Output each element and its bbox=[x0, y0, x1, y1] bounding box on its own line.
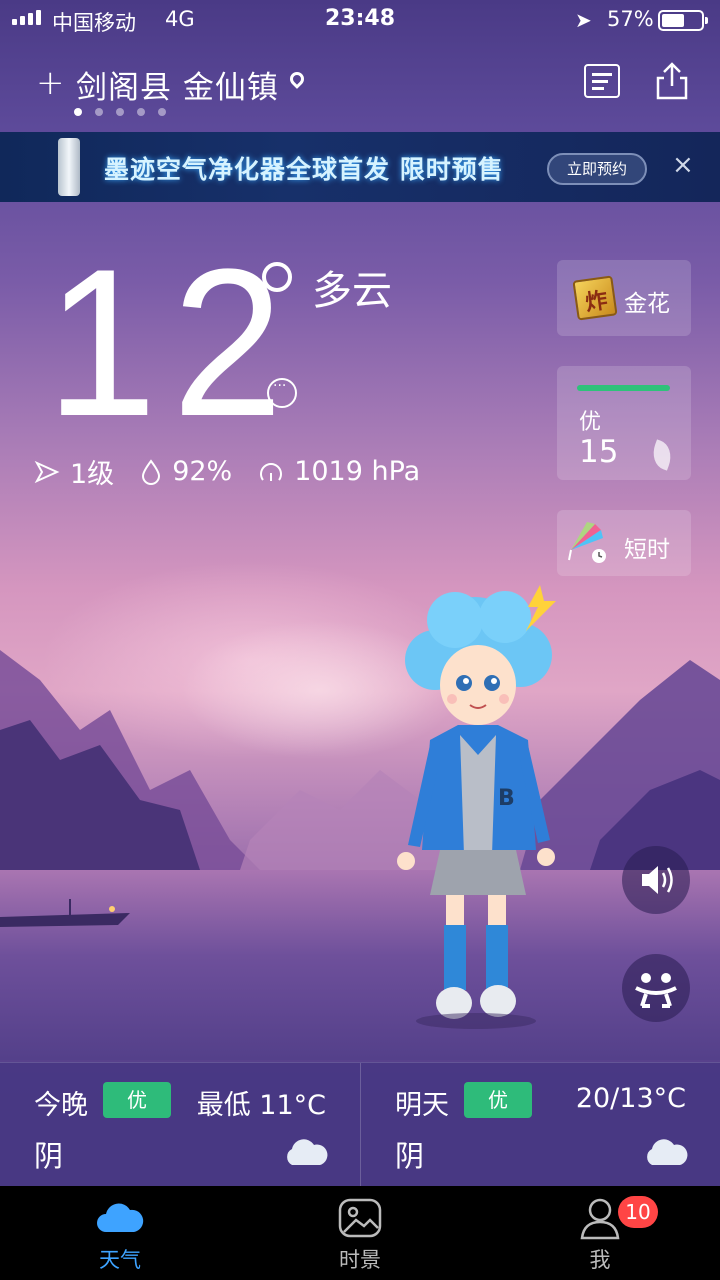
aqi-badge: 优 bbox=[464, 1082, 532, 1118]
air-purifier-image bbox=[58, 138, 80, 196]
pressure-gauge-icon bbox=[260, 462, 283, 481]
notification-badge: 10 bbox=[618, 1196, 658, 1228]
news-list-button[interactable] bbox=[584, 64, 620, 98]
aqi-value: 15 bbox=[579, 434, 619, 470]
current-temperature: 12 bbox=[46, 225, 299, 460]
ad-text: 墨迹空气净化器全球首发 限时预售 bbox=[104, 155, 504, 184]
pressure-info: 1019 hPa bbox=[258, 456, 420, 487]
weather-avatar-character[interactable]: B bbox=[380, 585, 580, 1030]
location-header: + 剑阁县 金仙镇 bbox=[0, 52, 720, 122]
wind-icon bbox=[34, 460, 60, 483]
wind-level: 1级 bbox=[70, 459, 115, 490]
battery-icon bbox=[658, 10, 708, 31]
humidity-icon bbox=[142, 458, 161, 485]
avatar-dress-button[interactable] bbox=[622, 954, 690, 1022]
forecast-weather: 阴 bbox=[395, 1139, 425, 1173]
luck-card[interactable]: 金花 bbox=[557, 260, 691, 336]
short-forecast-card[interactable]: 短时 bbox=[557, 510, 691, 576]
share-button[interactable] bbox=[654, 60, 690, 102]
forecast-tonight[interactable]: 今晚 优 最低 11°C 阴 bbox=[0, 1063, 360, 1187]
playing-cards-icon bbox=[572, 275, 618, 321]
dancing-figure-icon bbox=[635, 973, 677, 1008]
pressure-value: 1019 hPa bbox=[294, 456, 421, 487]
humidity-info: 92% bbox=[140, 456, 232, 487]
voice-broadcast-button[interactable] bbox=[622, 846, 690, 914]
page-dot bbox=[137, 108, 145, 116]
ad-banner[interactable]: 墨迹空气净化器全球首发 限时预售 立即预约 × bbox=[0, 132, 720, 202]
humidity-value: 92% bbox=[172, 456, 233, 487]
tab-label: 时景 bbox=[339, 1248, 381, 1272]
city-name[interactable]: 剑阁县 金仙镇 bbox=[76, 62, 279, 107]
forecast-panel: 今晚 优 最低 11°C 阴 明天 优 20/13°C 阴 bbox=[0, 1062, 720, 1187]
user-icon bbox=[580, 1198, 620, 1240]
add-city-button[interactable]: + bbox=[36, 66, 65, 100]
aqi-badge: 优 bbox=[103, 1082, 171, 1118]
short-forecast-label: 短时 bbox=[624, 537, 670, 563]
umbrella-clock-icon bbox=[568, 522, 606, 563]
tab-me[interactable]: 我 bbox=[480, 1186, 720, 1280]
speaker-icon bbox=[642, 866, 673, 894]
page-dot bbox=[95, 108, 103, 116]
page-dot bbox=[116, 108, 124, 116]
bottom-tab-bar: 天气 时景 我 bbox=[0, 1186, 720, 1280]
forecast-day: 明天 bbox=[395, 1090, 449, 1121]
location-pin-icon bbox=[287, 69, 307, 89]
page-indicator bbox=[74, 108, 166, 116]
aqi-card[interactable]: 优 15 bbox=[557, 366, 691, 480]
status-bar: 中国移动 4G 23:48 ➤ 57% bbox=[0, 0, 720, 40]
tab-label: 天气 bbox=[99, 1248, 141, 1272]
photo-icon bbox=[338, 1198, 382, 1238]
battery-percent: 57% bbox=[607, 7, 654, 31]
cloud-icon bbox=[287, 1139, 328, 1165]
cloud-icon bbox=[647, 1139, 688, 1165]
aqi-level: 优 bbox=[579, 410, 602, 435]
forecast-temp: 最低 11°C bbox=[196, 1090, 326, 1121]
weather-details: 1级 92% 1019 hPa bbox=[34, 452, 446, 491]
ad-close-button[interactable]: × bbox=[672, 150, 694, 180]
feedback-icon[interactable] bbox=[267, 378, 297, 408]
forecast-temp: 20/13°C bbox=[575, 1083, 686, 1114]
luck-label: 金花 bbox=[624, 291, 670, 317]
leaf-icon bbox=[648, 439, 676, 471]
tab-scenery[interactable]: 时景 bbox=[240, 1186, 480, 1280]
boat-icon bbox=[0, 899, 130, 927]
page-dot bbox=[158, 108, 166, 116]
cloud-icon bbox=[97, 1203, 144, 1232]
weather-screen: 中国移动 4G 23:48 ➤ 57% + 剑阁县 金仙镇 墨迹空气净化器全球首… bbox=[0, 0, 720, 1280]
forecast-day: 今晚 bbox=[34, 1090, 88, 1121]
forecast-tomorrow[interactable]: 明天 优 20/13°C 阴 bbox=[360, 1063, 720, 1187]
degree-symbol bbox=[262, 262, 292, 292]
weather-condition: 多云 bbox=[312, 268, 392, 314]
tab-label: 我 bbox=[589, 1248, 611, 1272]
ad-cta-button[interactable]: 立即预约 bbox=[547, 153, 647, 185]
location-arrow-icon: ➤ bbox=[575, 8, 592, 32]
forecast-weather: 阴 bbox=[34, 1139, 64, 1173]
page-dot bbox=[74, 108, 82, 116]
aqi-bar bbox=[577, 385, 670, 391]
mountain-scenery bbox=[0, 650, 720, 870]
wind-info: 1级 bbox=[34, 452, 114, 491]
svg-text:B: B bbox=[498, 786, 515, 811]
tab-weather[interactable]: 天气 bbox=[0, 1186, 240, 1280]
